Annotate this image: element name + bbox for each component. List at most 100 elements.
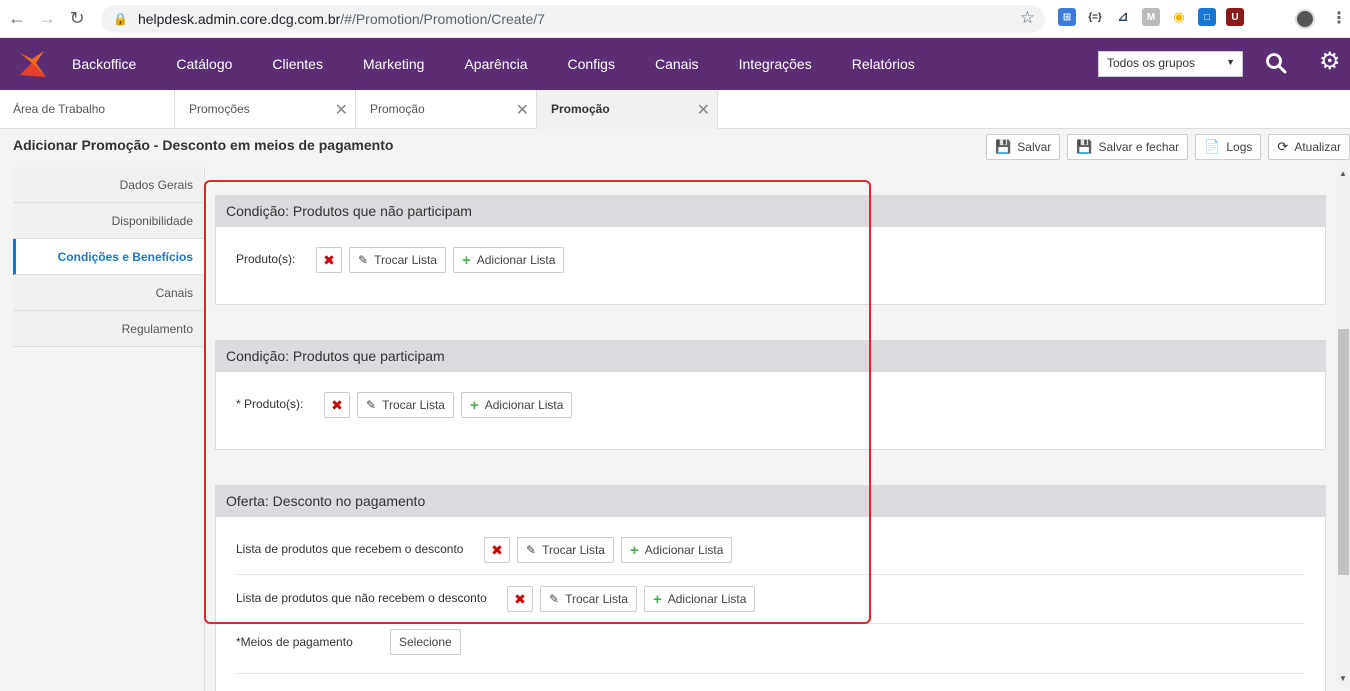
swap-list-button[interactable]: ✎ Trocar Lista (349, 247, 446, 273)
forward-icon[interactable]: → (34, 6, 60, 32)
back-icon[interactable]: ← (4, 6, 30, 32)
nav-configs[interactable]: Configs (548, 38, 635, 90)
sidebar-item-condicoes[interactable]: Condições e Benefícios (13, 239, 203, 275)
section-excluded-products: Condição: Produtos que não participam Pr… (215, 195, 1326, 305)
plus-icon: + (469, 396, 479, 414)
bookmark-star-icon[interactable]: ☆ (1020, 8, 1035, 28)
tab-label: Promoção (551, 101, 610, 116)
close-icon[interactable]: ✕ (697, 100, 710, 120)
nav-aparencia[interactable]: Aparência (444, 38, 547, 90)
add-list-button[interactable]: + Adicionar Lista (460, 392, 573, 418)
swap-list-button[interactable]: ✎ Trocar Lista (540, 586, 637, 612)
tab-promocoes[interactable]: Promoções ✕ (175, 90, 356, 128)
tab-label: Promoções (189, 102, 250, 116)
nav-catalogo[interactable]: Catálogo (156, 38, 252, 90)
nav-canais[interactable]: Canais (635, 38, 719, 90)
page-title: Adicionar Promoção - Desconto em meios d… (13, 137, 394, 153)
add-list-label: Adicionar Lista (667, 592, 747, 606)
main-navbar: Backoffice Catálogo Clientes Marketing A… (0, 38, 1350, 90)
sidebar-item-dados-gerais[interactable]: Dados Gerais (13, 167, 203, 203)
remove-list-button[interactable]: ✖ (484, 537, 510, 563)
refresh-icon: ⟳ (1277, 139, 1289, 154)
payment-method-select[interactable]: Selecione (390, 629, 461, 655)
url-path: /#/Promotion/Promotion/Create/7 (340, 11, 545, 27)
group-select-value: Todos os grupos (1107, 56, 1196, 70)
section-title: Condição: Produtos que não participam (216, 196, 1325, 227)
m-extension-icon[interactable]: M (1142, 8, 1160, 26)
save-label: Salvar (1017, 140, 1052, 154)
extension-icon[interactable]: ⊞ (1058, 8, 1076, 26)
plus-icon: + (461, 251, 471, 269)
close-icon[interactable]: ✕ (516, 100, 529, 120)
field-label: Lista de produtos que não recebem o desc… (236, 591, 487, 605)
content-area: Dados Gerais Disponibilidade Condições e… (0, 167, 1350, 691)
nav-clientes[interactable]: Clientes (252, 38, 343, 90)
swap-list-button[interactable]: ✎ Trocar Lista (357, 392, 454, 418)
browser-menu-icon[interactable]: ⋮ (1331, 8, 1347, 28)
nav-integracoes[interactable]: Integrações (719, 38, 832, 90)
shield-extension-icon[interactable]: U (1226, 8, 1244, 26)
url-host: helpdesk.admin.core.dcg.com.br (137, 11, 341, 27)
swap-list-label: Trocar Lista (374, 253, 437, 267)
payment-select-label: Selecione (399, 635, 452, 649)
refresh-label: Atualizar (1294, 140, 1341, 154)
json-extension-icon[interactable]: {=} (1086, 8, 1104, 26)
scroll-up-icon[interactable]: ▲ (1339, 169, 1347, 178)
address-bar[interactable]: 🔒 helpdesk.admin.core.dcg.com.br /#/Prom… (101, 5, 1045, 33)
nav-relatorios[interactable]: Relatórios (832, 38, 935, 90)
nav-backoffice[interactable]: Backoffice (72, 38, 156, 90)
workspace-tabs: Área de Trabalho Promoções ✕ Promoção ✕ … (0, 90, 1350, 129)
add-list-button[interactable]: + Adicionar Lista (620, 537, 733, 563)
section-title: Condição: Produtos que participam (216, 341, 1325, 372)
document-icon: 📄 (1204, 139, 1221, 154)
refresh-button[interactable]: ⟳ Atualizar (1268, 134, 1350, 160)
pencil-icon: ✎ (358, 253, 369, 267)
swap-list-label: Trocar Lista (542, 543, 605, 557)
color-extension-icon[interactable]: ◉ (1170, 8, 1188, 26)
field-label: Produto(s): (236, 252, 296, 266)
logs-label: Logs (1226, 140, 1253, 154)
close-icon[interactable]: ✕ (335, 100, 348, 120)
browser-toolbar: ← → ↻ 🔒 helpdesk.admin.core.dcg.com.br /… (0, 0, 1350, 38)
add-list-button[interactable]: + Adicionar Lista (643, 586, 756, 612)
swap-list-button[interactable]: ✎ Trocar Lista (517, 537, 614, 563)
add-list-button[interactable]: + Adicionar Lista (452, 247, 565, 273)
save-button[interactable]: 💾 Salvar (986, 134, 1061, 160)
lock-icon: 🔒 (113, 12, 128, 26)
save-close-button[interactable]: 💾 Salvar e fechar (1067, 134, 1189, 160)
tab-promocao-active[interactable]: Promoção ✕ (537, 90, 718, 129)
floppy-icon: 💾 (995, 139, 1012, 154)
tab-area-de-trabalho[interactable]: Área de Trabalho (0, 90, 175, 128)
search-icon[interactable] (1264, 51, 1288, 75)
tab-label: Área de Trabalho (13, 102, 106, 116)
reload-icon[interactable]: ↻ (64, 6, 90, 32)
remove-list-button[interactable]: ✖ (507, 586, 533, 612)
page-header: Adicionar Promoção - Desconto em meios d… (0, 129, 1350, 167)
sidebar-item-disponibilidade[interactable]: Disponibilidade (13, 203, 203, 239)
group-select[interactable]: Todos os grupos ▼ (1098, 51, 1243, 77)
profile-avatar[interactable] (1295, 9, 1315, 29)
chat-extension-icon[interactable]: □ (1198, 8, 1216, 26)
swap-list-label: Trocar Lista (565, 592, 628, 606)
remove-list-button[interactable]: ✖ (316, 247, 342, 273)
section-included-products: Condição: Produtos que participam * Prod… (215, 340, 1326, 450)
add-list-label: Adicionar Lista (644, 543, 724, 557)
tab-promocao[interactable]: Promoção ✕ (356, 90, 537, 128)
floppy-icon: 💾 (1076, 139, 1093, 154)
gear-icon[interactable]: ⚙ (1319, 50, 1341, 74)
main-panel: Condição: Produtos que não participam Pr… (204, 167, 1337, 691)
pencil-icon: ✎ (549, 592, 560, 606)
section-payment-discount: Oferta: Desconto no pagamento Lista de p… (215, 485, 1326, 691)
sidebar-item-regulamento[interactable]: Regulamento (13, 311, 203, 347)
brand-logo[interactable] (16, 47, 50, 81)
scroll-thumb[interactable] (1338, 329, 1349, 575)
sidebar-item-canais[interactable]: Canais (13, 275, 203, 311)
add-list-label: Adicionar Lista (484, 398, 564, 412)
scrollbar[interactable]: ▲ ▼ (1337, 167, 1350, 687)
pencil-icon: ✎ (366, 398, 377, 412)
nav-marketing[interactable]: Marketing (343, 38, 444, 90)
remove-list-button[interactable]: ✖ (324, 392, 350, 418)
scroll-down-icon[interactable]: ▼ (1339, 674, 1347, 683)
logs-button[interactable]: 📄 Logs (1195, 134, 1262, 160)
ruler-extension-icon[interactable]: ⊿ (1114, 8, 1132, 26)
